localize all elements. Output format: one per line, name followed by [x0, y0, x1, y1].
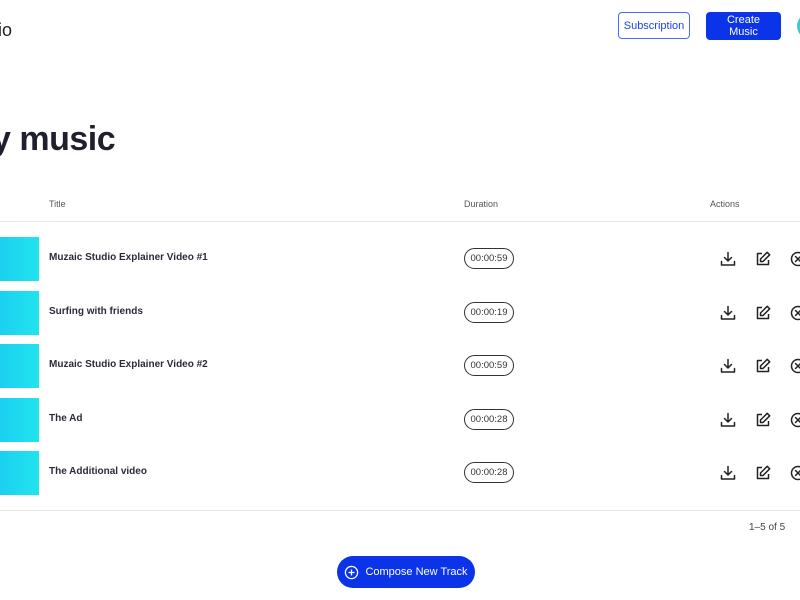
duration-badge: 00:00:19 [464, 302, 514, 323]
compose-new-track-button[interactable]: Compose New Track [337, 556, 475, 588]
page-title: y music [0, 120, 116, 158]
edit-icon[interactable] [754, 411, 772, 429]
track-thumbnail [0, 291, 39, 335]
download-icon[interactable] [719, 411, 737, 429]
delete-icon[interactable] [789, 357, 800, 375]
download-icon[interactable] [719, 304, 737, 322]
download-icon[interactable] [719, 250, 737, 268]
column-header-actions: Actions [710, 199, 740, 209]
duration-badge: 00:00:28 [464, 462, 514, 483]
track-thumbnail [0, 344, 39, 388]
edit-icon[interactable] [754, 357, 772, 375]
edit-icon[interactable] [754, 464, 772, 482]
table-row[interactable]: Muzaic Studio Explainer Video #1 00:00:59 [0, 237, 800, 281]
track-title[interactable]: Muzaic Studio Explainer Video #1 [49, 252, 208, 263]
track-thumbnail [0, 451, 39, 495]
download-icon[interactable] [719, 464, 737, 482]
delete-icon[interactable] [789, 411, 800, 429]
table-row[interactable]: Surfing with friends 00:00:19 [0, 291, 800, 335]
logo-text[interactable]: io [0, 20, 12, 41]
table-footer-divider [0, 510, 800, 511]
pagination-label: 1–5 of 5 [749, 522, 786, 533]
compose-label: Compose New Track [365, 566, 468, 578]
column-header-duration: Duration [464, 199, 499, 209]
subscription-button[interactable]: Subscription [618, 12, 690, 39]
duration-badge: 00:00:59 [464, 355, 514, 376]
table-row[interactable]: Muzaic Studio Explainer Video #2 00:00:59 [0, 344, 800, 388]
edit-icon[interactable] [754, 250, 772, 268]
delete-icon[interactable] [789, 464, 800, 482]
delete-icon[interactable] [789, 250, 800, 268]
track-title[interactable]: The Additional video [49, 466, 147, 477]
create-music-button[interactable]: Create Music [706, 12, 781, 40]
track-title[interactable]: Surfing with friends [49, 306, 143, 317]
duration-badge: 00:00:28 [464, 409, 514, 430]
edit-icon[interactable] [754, 304, 772, 322]
duration-badge: 00:00:59 [464, 248, 514, 269]
table-row[interactable]: The Additional video 00:00:28 [0, 451, 800, 495]
track-title[interactable]: The Ad [49, 413, 83, 424]
track-thumbnail [0, 398, 39, 442]
download-icon[interactable] [719, 357, 737, 375]
table-row[interactable]: The Ad 00:00:28 [0, 398, 800, 442]
track-thumbnail [0, 237, 39, 281]
column-header-title: Title [49, 199, 66, 209]
delete-icon[interactable] [789, 304, 800, 322]
plus-circle-icon [345, 565, 359, 579]
table-header: Title Duration Actions [0, 195, 800, 222]
track-title[interactable]: Muzaic Studio Explainer Video #2 [49, 359, 208, 370]
